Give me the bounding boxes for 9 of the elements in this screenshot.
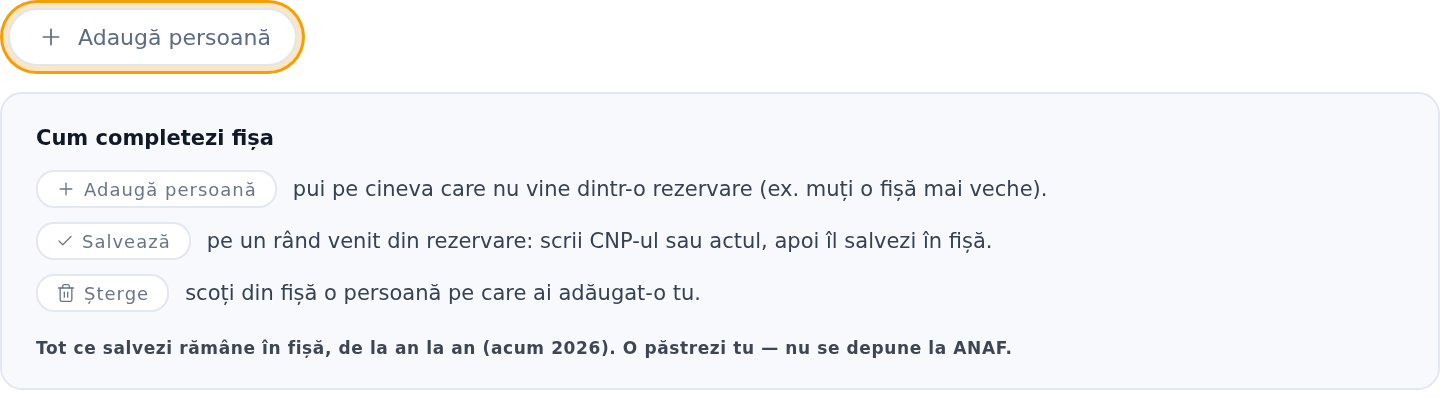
help-title: Cum completezi fișa	[36, 126, 276, 150]
help-text: scoți din fișă o persoană pe care ai adăugat-o tu.	[185, 281, 702, 305]
help-text: pui pe cineva care nu vine dintr-o rezervare (ex. muți o fișă mai veche).	[292, 177, 1048, 201]
action-chip: Adaugă persoană	[36, 170, 277, 208]
help-note: Tot ce salvezi rămâne în fișă, de la an la an (acum 2026). O păstrezi tu — nu se depune la ANAF.	[36, 338, 1014, 358]
help-text: pe un rând venit din rezervare: scrii CNP-ul sau actul, apoi îl salvezi în fișă.	[206, 229, 993, 253]
action-chip: Salvează	[36, 222, 191, 260]
action-chip: Șterge	[36, 274, 170, 312]
trash-icon	[56, 283, 76, 303]
